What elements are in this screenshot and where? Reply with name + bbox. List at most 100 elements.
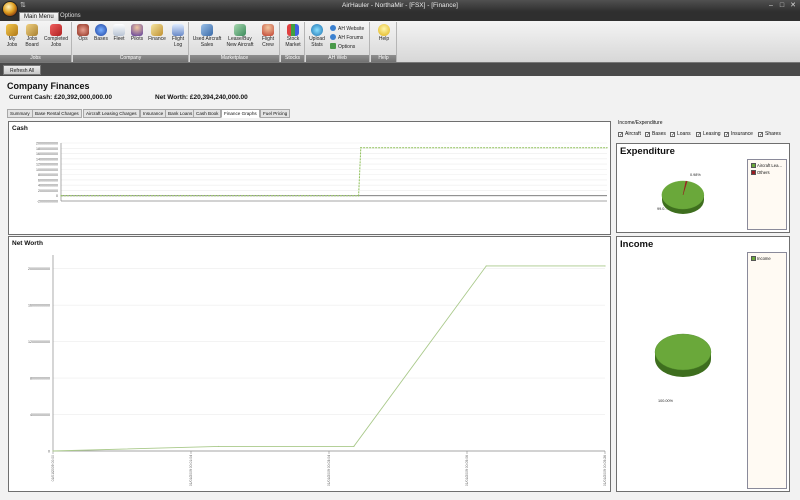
refresh-all-tab[interactable]: Refresh All xyxy=(3,65,42,75)
pie-slice-label: 0.98% xyxy=(690,173,701,177)
group-jobs: My Jobs Jobs Board Completed Jobs Jobs xyxy=(0,22,72,62)
help-button[interactable]: Help xyxy=(374,24,394,43)
fleet-button[interactable]: Fleet xyxy=(110,24,128,43)
subtab-cash-book[interactable]: Cash Book xyxy=(193,109,222,118)
legend-swatch xyxy=(751,163,756,168)
group-ah-web: Upload Stats AH Website AH Forums Option… xyxy=(306,22,370,62)
flight-crew-button[interactable]: Flight Crew xyxy=(258,24,278,48)
upload-stats-button[interactable]: Upload Stats xyxy=(307,24,327,48)
log-icon xyxy=(172,24,184,36)
airplane-icon xyxy=(113,24,125,36)
window-title: AirHauler - NorthaMir - [FSX] - [Finance… xyxy=(342,2,458,9)
page-title: Company Finances xyxy=(7,81,90,91)
ops-button[interactable]: Ops xyxy=(74,24,92,43)
y-tick-label: 4000000000 xyxy=(30,413,50,417)
crew-icon xyxy=(262,24,274,36)
y-tick-label: 6000000000 xyxy=(38,178,58,182)
pie-slice-label: 100.00% xyxy=(658,399,674,403)
income-panel: Income 100.00% Income xyxy=(616,236,790,492)
bases-button[interactable]: Bases xyxy=(92,24,110,43)
checkbox-loans[interactable]: ✓ Loans xyxy=(670,131,691,138)
ah-forums-link[interactable]: AH Forums xyxy=(330,34,363,41)
close-button[interactable]: ✕ xyxy=(788,1,798,10)
y-tick-label: 8000000000 xyxy=(30,377,50,381)
stock-market-button[interactable]: Stock Market xyxy=(282,24,304,48)
current-cash-label: Current Cash: £20,392,000,000.00 xyxy=(9,94,112,101)
app-orb-icon[interactable] xyxy=(2,1,18,17)
options-icon xyxy=(330,43,336,49)
check-icon: ✓ xyxy=(670,132,676,138)
completed-jobs-button[interactable]: Completed Jobs xyxy=(42,24,70,48)
lease-buy-button[interactable]: Lease/Buy New Aircraft xyxy=(224,24,256,48)
subtab-bank-loans[interactable]: Bank Loans xyxy=(165,109,196,118)
data-point xyxy=(60,195,62,197)
group-label-company: Company xyxy=(73,55,188,62)
web-options-button[interactable]: Options xyxy=(330,43,355,50)
subtab-insurance[interactable]: Insurance xyxy=(140,109,167,118)
income-expenditure-label: Income/Expenditure xyxy=(618,120,663,126)
subtab-finance-graphs[interactable]: Finance Graphs xyxy=(221,109,260,118)
finance-icon xyxy=(151,24,163,36)
title-bar: ⇅ AirHauler - NorthaMir - [FSX] - [Finan… xyxy=(0,0,800,17)
net-worth-chart: 20000000000 16000000000 12000000000 8000000… xyxy=(28,255,607,486)
x-tick-label: 01/01/2009 00:03:04 xyxy=(327,455,331,486)
pilots-button[interactable]: Pilots xyxy=(128,24,146,43)
subtab-fuel-pricing[interactable]: Fuel Pricing xyxy=(260,109,291,118)
ah-website-link[interactable]: AH Website xyxy=(330,25,364,32)
check-icon: ✓ xyxy=(696,132,702,138)
ops-icon xyxy=(77,24,89,36)
subtab-summary[interactable]: Summary xyxy=(7,109,33,118)
legend-swatch xyxy=(751,170,756,175)
checkbox-shares[interactable]: ✓ Shares xyxy=(758,131,781,138)
checkbox-leasing[interactable]: ✓ Leasing xyxy=(696,131,721,138)
income-legend: Income xyxy=(747,252,787,489)
group-label-ah-web: AH Web xyxy=(306,55,369,62)
y-tick-label: 2000000000 xyxy=(38,189,58,193)
maximize-button[interactable]: □ xyxy=(777,1,787,10)
used-aircraft-sales-button[interactable]: Used Aircraft Sales xyxy=(191,24,223,48)
net-worth-chart-panel: Net Worth 20000000000 16000000000 12000000… xyxy=(8,236,611,492)
group-label-jobs: Jobs xyxy=(0,55,71,62)
cash-chart-panel: Cash 20000000000 18000000000 16000000000 14… xyxy=(8,121,611,235)
tab-options[interactable]: Options xyxy=(56,12,85,21)
y-tick-label: 20000000000 xyxy=(28,267,50,271)
data-point xyxy=(357,195,360,197)
flight-log-button[interactable]: Flight Log xyxy=(168,24,188,48)
upload-icon xyxy=(311,24,323,36)
group-help: Help Help xyxy=(371,22,397,62)
group-company: Ops Bases Fleet Pilots Finance Flight Lo… xyxy=(73,22,189,62)
tab-main-menu[interactable]: Main Menu xyxy=(19,12,59,21)
data-point xyxy=(485,265,487,267)
new-aircraft-icon xyxy=(234,24,246,36)
jobs-icon xyxy=(6,24,18,36)
checkbox-insurance[interactable]: ✓ Insurance xyxy=(724,131,753,138)
pie-slice xyxy=(661,180,705,210)
check-icon: ✓ xyxy=(618,132,624,138)
checkmark-icon xyxy=(50,24,62,36)
subtab-aircraft-leasing-charges[interactable]: Aircraft Leasing Charges xyxy=(83,109,140,118)
data-point xyxy=(218,445,220,448)
used-aircraft-icon xyxy=(201,24,213,36)
subtab-base-rental-charges[interactable]: Base Rental Charges xyxy=(32,109,82,118)
data-point xyxy=(360,147,362,149)
group-marketplace: Used Aircraft Sales Lease/Buy New Aircra… xyxy=(190,22,280,62)
data-point xyxy=(606,147,608,149)
expenditure-panel: Expenditure 99.0... 0.98% Aircraft Lea...… xyxy=(616,143,790,233)
checkbox-aircraft[interactable]: ✓ Aircraft xyxy=(618,131,641,138)
net-worth-label: Net Worth: £20,394,240,000.00 xyxy=(155,94,248,101)
group-label-marketplace: Marketplace xyxy=(190,55,279,62)
income-pie-chart: 100.00% xyxy=(654,333,712,403)
globe-icon xyxy=(95,24,107,36)
minimize-button[interactable]: – xyxy=(766,1,776,10)
forum-icon xyxy=(330,34,336,40)
finance-button[interactable]: Finance xyxy=(146,24,168,43)
jobs-board-button[interactable]: Jobs Board xyxy=(22,24,42,48)
y-tick-label: 10000000000 xyxy=(36,168,58,172)
data-point xyxy=(52,450,54,452)
my-jobs-button[interactable]: My Jobs xyxy=(2,24,22,48)
checkbox-bases[interactable]: ✓ Bases xyxy=(645,131,666,138)
group-label-stocks: Stocks xyxy=(281,55,304,62)
web-icon xyxy=(330,25,336,31)
y-tick-label: 16000000000 xyxy=(36,152,58,156)
y-tick-label: 16000000000 xyxy=(28,304,50,308)
